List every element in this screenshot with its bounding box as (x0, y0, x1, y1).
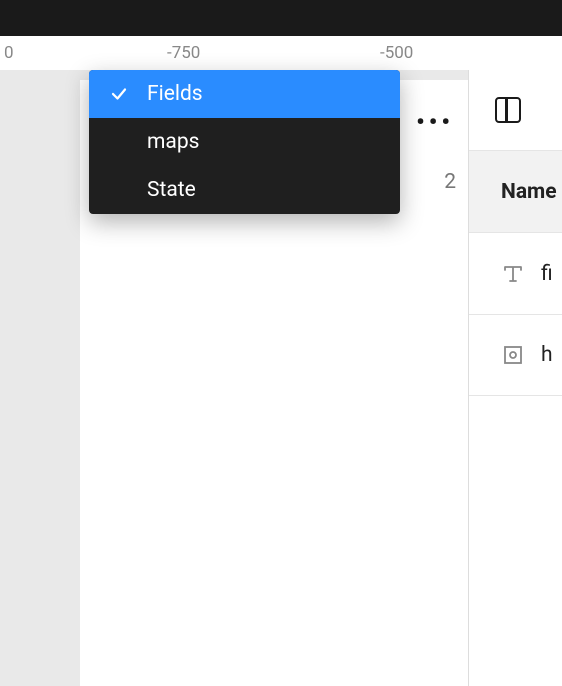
dropdown-menu: Fields maps State (89, 70, 400, 214)
panel-row[interactable]: fi (469, 232, 562, 314)
row-label: fi (541, 262, 553, 286)
row-label: h (541, 343, 553, 367)
right-panel: Name fi h (468, 70, 562, 686)
dropdown-item-label: State (147, 178, 400, 202)
ruler: 0 -750 -500 (0, 36, 562, 70)
column-header-name: Name (501, 180, 557, 204)
ruler-tick: -750 (167, 43, 200, 63)
dropdown-item-fields[interactable]: Fields (89, 70, 400, 118)
text-icon (501, 262, 525, 286)
top-bar (0, 0, 562, 36)
panel-row[interactable]: h (469, 314, 562, 396)
overflow-menu-button[interactable]: ••• (416, 108, 454, 136)
canvas-area[interactable]: ••• 2 Name fi h Fields (0, 70, 562, 686)
dropdown-item-maps[interactable]: maps (89, 118, 400, 166)
panel-column-header[interactable]: Name (469, 150, 562, 232)
layout-panel-icon[interactable] (495, 97, 521, 123)
ruler-tick: -500 (380, 43, 413, 63)
check-icon (109, 85, 129, 103)
panel-header (469, 70, 562, 150)
check-icon (109, 133, 129, 151)
instance-icon (501, 343, 525, 367)
dropdown-item-state[interactable]: State (89, 166, 400, 214)
ruler-tick: 0 (4, 43, 14, 63)
count-indicator: 2 (444, 170, 456, 194)
dropdown-item-label: maps (147, 130, 400, 154)
check-icon (109, 181, 129, 199)
dropdown-item-label: Fields (147, 82, 400, 106)
